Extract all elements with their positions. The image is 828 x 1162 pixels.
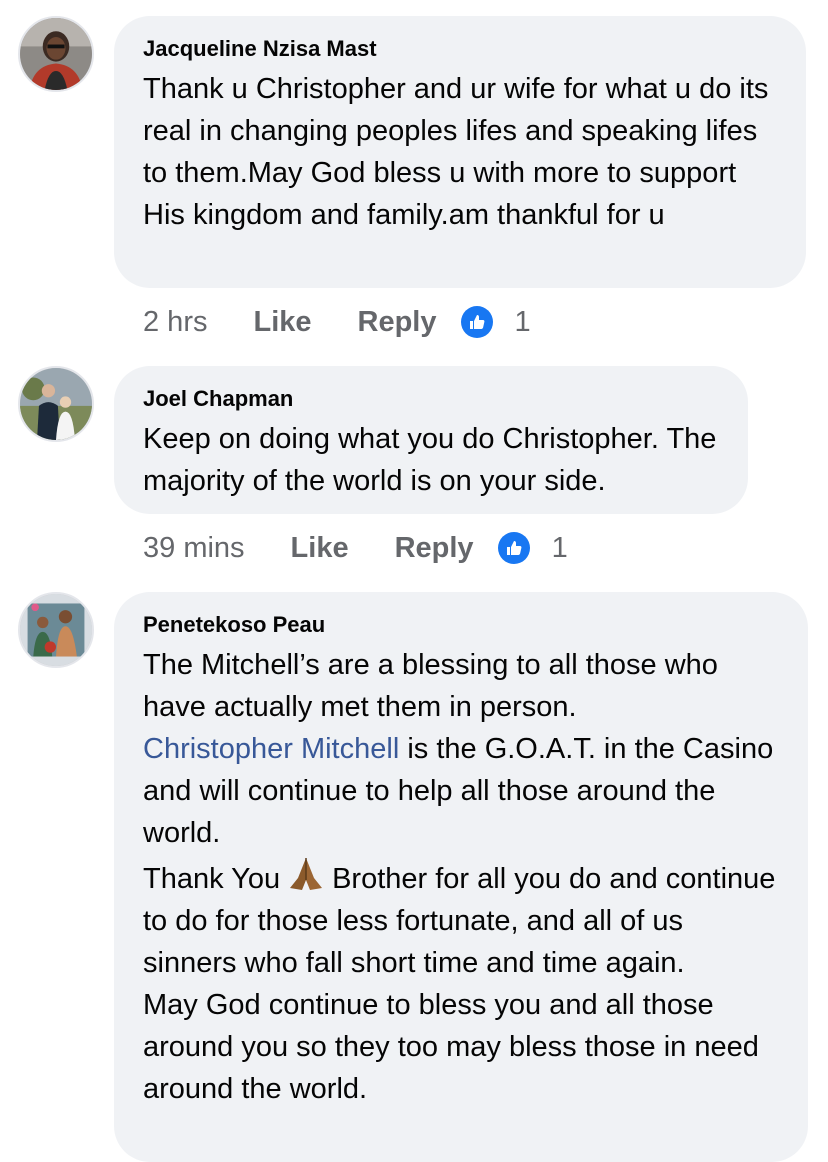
comment-bubble: Joel Chapman Keep on doing what you do C… [114,366,748,514]
reply-button[interactable]: Reply [395,532,474,565]
comment-text: Keep on doing what you do Christopher. T… [143,423,717,497]
avatar-photo-icon [20,368,92,440]
avatar[interactable] [18,592,94,668]
comment-text: Thank u Christopher and ur wife for what… [143,73,769,231]
comment-text: The Mitchell’s are a blessing to all tho… [143,644,780,1110]
comment-actions: 2 hrs Like Reply 1 [143,302,531,342]
reaction-count[interactable]: 1 [515,306,531,339]
thumbs-up-icon[interactable] [460,306,493,338]
comment-paragraph: Christopher Mitchell is the G.O.A.T. in … [143,728,780,854]
comment-author[interactable]: Penetekoso Peau [143,612,780,638]
comment-timestamp[interactable]: 39 mins [143,532,245,565]
comment-actions: 39 mins Like Reply 1 [143,528,568,568]
comment-timestamp[interactable]: 2 hrs [143,306,207,339]
reaction-count[interactable]: 1 [552,532,568,565]
like-button[interactable]: Like [253,306,311,339]
comment-bubble: Jacqueline Nzisa Mast Thank u Christophe… [114,16,806,288]
comment-author[interactable]: Jacqueline Nzisa Mast [143,36,778,62]
comment-paragraph: May God continue to bless you and all th… [143,989,759,1105]
like-button[interactable]: Like [291,532,349,565]
reply-button[interactable]: Reply [358,306,437,339]
mention-link[interactable]: Christopher Mitchell [143,733,399,765]
avatar-photo-icon [20,18,92,90]
folded-hands-emoji-icon [286,854,326,894]
comment-paragraph: The Mitchell’s are a blessing to all tho… [143,649,718,723]
comment-bubble: Penetekoso Peau The Mitchell’s are a ble… [114,592,808,1162]
comment-paragraph: Thank You Brother for all you do and cont… [143,854,780,984]
comment-paragraph-text: Thank You [143,863,281,895]
avatar[interactable] [18,16,94,92]
avatar-photo-icon [20,594,92,666]
comment-author[interactable]: Joel Chapman [143,386,720,412]
thumbs-up-icon[interactable] [497,532,530,564]
avatar[interactable] [18,366,94,442]
